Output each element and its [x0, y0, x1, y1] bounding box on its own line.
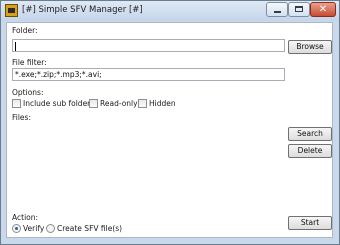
file-filter-label: File filter:: [12, 58, 47, 67]
folder-input[interactable]: [12, 39, 285, 52]
action-label: Action:: [12, 213, 39, 222]
create-sfv-radio[interactable]: [46, 224, 55, 233]
search-button[interactable]: Search: [288, 127, 332, 141]
close-icon: ✕: [318, 4, 328, 15]
verify-label[interactable]: Verify: [23, 224, 44, 233]
minimize-icon: [274, 11, 281, 13]
files-label: Files:: [12, 113, 31, 122]
maximize-button[interactable]: [288, 2, 310, 17]
read-only-label[interactable]: Read-only: [100, 99, 138, 108]
hidden-label[interactable]: Hidden: [149, 99, 176, 108]
hidden-checkbox[interactable]: [138, 99, 147, 108]
folder-label: Folder:: [12, 26, 38, 35]
browse-button[interactable]: Browse: [288, 40, 332, 54]
include-subfolders-checkbox[interactable]: [12, 99, 21, 108]
options-label: Options:: [12, 88, 44, 97]
maximize-icon: [295, 6, 303, 12]
delete-button[interactable]: Delete: [288, 144, 332, 158]
read-only-checkbox[interactable]: [89, 99, 98, 108]
verify-radio[interactable]: [12, 224, 21, 233]
text-caret: [15, 41, 16, 51]
main-panel: Folder: Browse File filter: *.exe;*.zip;…: [6, 22, 333, 238]
window-title: [#] Simple SFV Manager [#]: [22, 5, 143, 15]
app-window: [#] Simple SFV Manager [#] ✕ Folder: Bro…: [0, 0, 340, 245]
close-button[interactable]: ✕: [310, 2, 336, 17]
file-filter-input[interactable]: *.exe;*.zip;*.mp3;*.avi;: [12, 68, 285, 81]
title-bar[interactable]: [#] Simple SFV Manager [#] ✕: [1, 1, 339, 21]
app-icon: [5, 4, 18, 17]
minimize-button[interactable]: [266, 2, 288, 17]
create-sfv-label[interactable]: Create SFV file(s): [57, 224, 122, 233]
include-subfolders-label[interactable]: Include sub folders: [23, 99, 94, 108]
start-button[interactable]: Start: [288, 216, 332, 230]
